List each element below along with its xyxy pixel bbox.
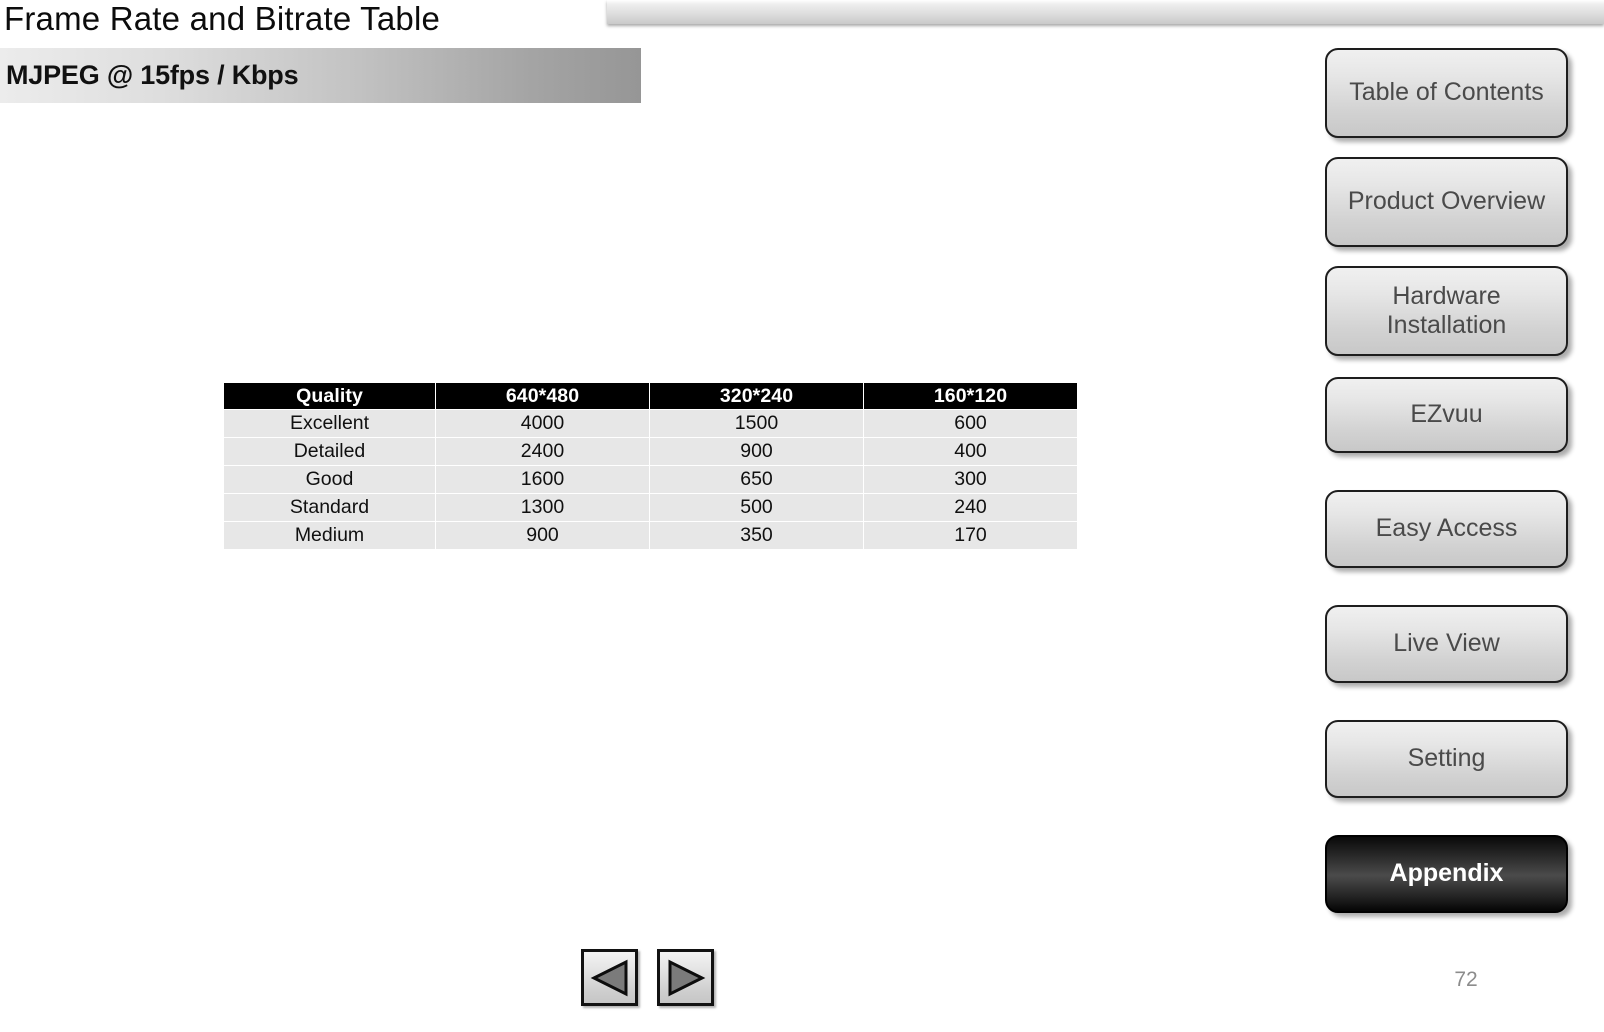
cell-160x120: 400 <box>864 438 1077 465</box>
sidebar-item-setting[interactable]: Setting <box>1325 720 1568 798</box>
sidebar-item-easy-access[interactable]: Easy Access <box>1325 490 1568 568</box>
cell-320x240: 500 <box>650 494 863 521</box>
cell-quality: Standard <box>224 494 435 521</box>
table-row: Standard 1300 500 240 <box>224 494 1077 521</box>
sidebar-item-label: Table of Contents <box>1343 78 1550 108</box>
page-number: 72 <box>1446 968 1486 992</box>
column-header-640x480: 640*480 <box>436 383 649 409</box>
cell-640x480: 1600 <box>436 466 649 493</box>
sidebar-item-label: Easy Access <box>1370 514 1524 544</box>
cell-160x120: 600 <box>864 410 1077 437</box>
cell-quality: Excellent <box>224 410 435 437</box>
cell-320x240: 650 <box>650 466 863 493</box>
table-row: Medium 900 350 170 <box>224 522 1077 549</box>
cell-160x120: 240 <box>864 494 1077 521</box>
table-row: Detailed 2400 900 400 <box>224 438 1077 465</box>
cell-320x240: 350 <box>650 522 863 549</box>
sidebar-item-product-overview[interactable]: Product Overview <box>1325 157 1568 247</box>
cell-320x240: 900 <box>650 438 863 465</box>
cell-320x240: 1500 <box>650 410 863 437</box>
column-header-320x240: 320*240 <box>650 383 863 409</box>
cell-quality: Medium <box>224 522 435 549</box>
slide-navigation <box>581 949 714 1006</box>
column-header-quality: Quality <box>224 383 435 409</box>
sidebar-item-label: Hardware Installation <box>1327 282 1566 341</box>
frame-rate-bitrate-table: Quality 640*480 320*240 160*120 Excellen… <box>223 382 1078 550</box>
previous-slide-button[interactable] <box>581 949 638 1006</box>
cell-640x480: 1300 <box>436 494 649 521</box>
sidebar-item-live-view[interactable]: Live View <box>1325 605 1568 683</box>
table-row: Excellent 4000 1500 600 <box>224 410 1077 437</box>
cell-640x480: 4000 <box>436 410 649 437</box>
sidebar-item-label: Live View <box>1387 629 1506 659</box>
table-row: Good 1600 650 300 <box>224 466 1077 493</box>
triangle-right-icon <box>666 958 706 998</box>
page-title: Frame Rate and Bitrate Table <box>4 0 604 40</box>
next-slide-button[interactable] <box>657 949 714 1006</box>
cell-640x480: 900 <box>436 522 649 549</box>
sidebar-item-table-of-contents[interactable]: Table of Contents <box>1325 48 1568 138</box>
triangle-left-icon <box>590 958 630 998</box>
sidebar-item-label: EZvuu <box>1404 400 1488 430</box>
sidebar-item-hardware-installation[interactable]: Hardware Installation <box>1325 266 1568 356</box>
subtitle-banner: MJPEG @ 15fps / Kbps <box>0 48 641 103</box>
column-header-160x120: 160*120 <box>864 383 1077 409</box>
sidebar-navigation: Table of Contents Product Overview Hardw… <box>1325 48 1568 913</box>
cell-160x120: 170 <box>864 522 1077 549</box>
subtitle-text: MJPEG @ 15fps / Kbps <box>0 60 298 91</box>
sidebar-item-label: Appendix <box>1384 859 1510 889</box>
cell-160x120: 300 <box>864 466 1077 493</box>
sidebar-item-appendix[interactable]: Appendix <box>1325 835 1568 913</box>
cell-quality: Detailed <box>224 438 435 465</box>
sidebar-item-label: Setting <box>1402 744 1492 774</box>
cell-640x480: 2400 <box>436 438 649 465</box>
table-header-row: Quality 640*480 320*240 160*120 <box>224 383 1077 409</box>
top-accent-bar <box>607 0 1604 24</box>
sidebar-item-ezvuu[interactable]: EZvuu <box>1325 377 1568 453</box>
sidebar-item-label: Product Overview <box>1342 187 1551 217</box>
cell-quality: Good <box>224 466 435 493</box>
